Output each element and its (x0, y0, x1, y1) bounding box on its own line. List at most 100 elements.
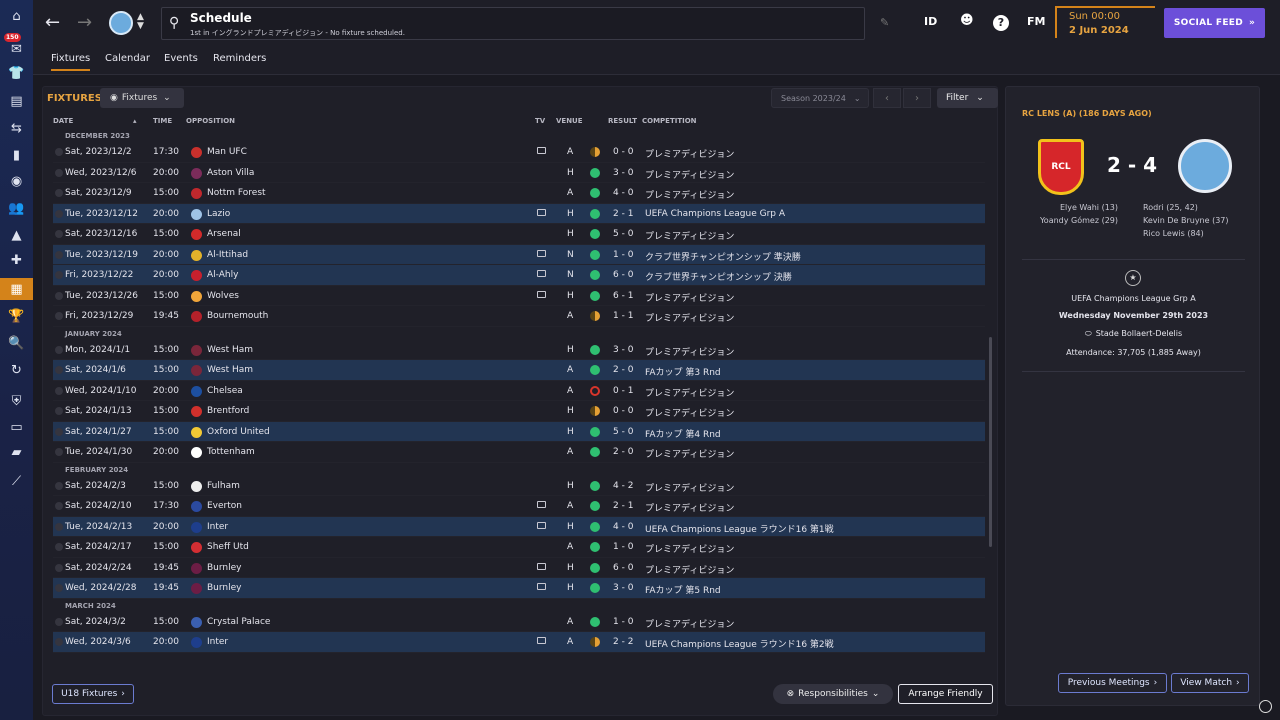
u18-fixtures-button[interactable]: U18 Fixtures › (52, 684, 134, 704)
refresh-icon[interactable]: ↻ (0, 359, 33, 381)
finance-icon[interactable]: ▭ (0, 416, 33, 438)
table-row[interactable]: Wed, 2024/2/28 19:45 Burnley H 3 - 0 FAカップ 第5… (53, 578, 985, 599)
row-select-dot[interactable] (55, 407, 63, 415)
col-tv[interactable]: TV (535, 117, 545, 125)
tab-calendar[interactable]: Calendar (105, 53, 150, 64)
fixture-competition[interactable]: FAカップ 第4 Rnd (645, 427, 721, 440)
col-date[interactable]: DATE (53, 117, 73, 125)
fixture-opponent[interactable]: Wolves (207, 291, 239, 301)
fixture-competition[interactable]: プレミアディビジョン (645, 229, 734, 242)
search-nav-icon[interactable]: 🔍 (0, 332, 33, 354)
table-row[interactable]: Tue, 2023/12/26 15:00 Wolves H 6 - 1 プレミアディビジ… (53, 286, 985, 306)
fixture-competition[interactable]: プレミアディビジョン (645, 291, 734, 304)
fixture-score[interactable]: 6 - 0 (613, 270, 633, 280)
row-select-dot[interactable] (55, 250, 63, 259)
fixture-score[interactable]: 0 - 0 (613, 147, 633, 157)
search-box[interactable]: ⚲ Schedule 1st in イングランドプレミアディビジョン - No … (161, 7, 865, 40)
row-select-dot[interactable] (55, 563, 63, 572)
row-select-dot[interactable] (55, 522, 63, 531)
fixture-score[interactable]: 4 - 0 (613, 522, 633, 532)
schedule-icon[interactable]: ▦ (0, 278, 33, 300)
table-row[interactable]: Sat, 2024/1/6 15:00 West Ham A 2 - 0 FAカップ 第3… (53, 360, 985, 381)
fixture-score[interactable]: 3 - 0 (613, 345, 633, 355)
status-ring-icon[interactable] (1259, 700, 1272, 713)
fixture-score[interactable]: 5 - 0 (613, 229, 633, 239)
fixture-competition[interactable]: UEFA Champions League ラウンド16 第1戦 (645, 522, 834, 535)
table-row[interactable]: Sat, 2024/3/2 15:00 Crystal Palace A 1 - 0 プレ… (53, 612, 985, 632)
fixture-competition[interactable]: FAカップ 第3 Rnd (645, 365, 721, 378)
table-row[interactable]: Fri, 2023/12/29 19:45 Bournemouth A 1 - 1 プレミ… (53, 306, 985, 327)
fixture-competition[interactable]: プレミアディビジョン (645, 447, 734, 460)
row-select-dot[interactable] (55, 543, 63, 551)
row-select-dot[interactable] (55, 502, 63, 510)
table-row[interactable]: Mon, 2024/1/1 15:00 West Ham H 3 - 0 プレミアディビジ… (53, 340, 985, 360)
table-row[interactable]: Wed, 2024/3/6 20:00 Inter A 2 - 2 UEFA Champi… (53, 632, 985, 653)
previous-meetings-button[interactable]: Previous Meetings › (1058, 673, 1167, 693)
training-icon[interactable]: ▲ (0, 224, 33, 246)
table-row[interactable]: Sat, 2023/12/9 15:00 Nottm Forest A 4 - 0 プレミ… (53, 183, 985, 204)
table-row[interactable]: Fri, 2023/12/22 20:00 Al-Ahly N 6 - 0 クラブ世界チャ… (53, 265, 985, 286)
table-row[interactable]: Sat, 2023/12/2 17:30 Man UFC A 0 - 0 プレミアディビジ… (53, 142, 985, 163)
tab-fixtures[interactable]: Fixtures (51, 53, 91, 71)
filter-button[interactable]: Filter ⌄ (937, 88, 998, 108)
rc-lens-crest-icon[interactable]: RCL (1038, 139, 1084, 195)
fixture-opponent[interactable]: Burnley (207, 583, 242, 593)
fixture-score[interactable]: 2 - 1 (613, 209, 633, 219)
fixture-opponent[interactable]: Brentford (207, 406, 249, 416)
fixture-score[interactable]: 0 - 0 (613, 406, 633, 416)
table-row[interactable]: Sat, 2023/12/16 15:00 Arsenal H 5 - 0 プレミアディビ… (53, 224, 985, 245)
fixture-opponent[interactable]: Nottm Forest (207, 188, 266, 198)
row-select-dot[interactable] (55, 427, 63, 436)
row-select-dot[interactable] (55, 168, 63, 177)
man-city-crest-icon[interactable] (1178, 139, 1232, 193)
fixture-opponent[interactable]: Lazio (207, 209, 230, 219)
game-date[interactable]: Sun 00:00 2 Jun 2024 (1055, 6, 1155, 38)
media-icon[interactable]: ☻ (960, 13, 974, 28)
document-icon[interactable]: ▮ (0, 144, 33, 166)
fixture-score[interactable]: 2 - 2 (613, 637, 633, 647)
fixture-opponent[interactable]: West Ham (207, 365, 253, 375)
col-opposition[interactable]: OPPOSITION (186, 117, 235, 125)
squad-icon[interactable]: 👕 (0, 62, 33, 84)
fixture-competition[interactable]: プレミアディビジョン (645, 617, 734, 630)
fixture-opponent[interactable]: Man UFC (207, 147, 247, 157)
home-icon[interactable]: ⌂ (0, 5, 33, 27)
table-row[interactable]: Wed, 2024/1/10 20:00 Chelsea A 0 - 1 プレミアディビジ… (53, 381, 985, 401)
staff-icon[interactable]: 👥 (0, 197, 33, 219)
row-select-dot[interactable] (55, 209, 63, 218)
table-row[interactable]: Tue, 2024/1/30 20:00 Tottenham A 2 - 0 プレミアディ… (53, 442, 985, 463)
tab-events[interactable]: Events (164, 53, 198, 64)
ticket-icon[interactable]: ▰ (0, 441, 33, 463)
fixture-score[interactable]: 6 - 0 (613, 563, 633, 573)
view-match-button[interactable]: View Match › (1171, 673, 1249, 693)
fixture-score[interactable]: 1 - 1 (613, 311, 633, 321)
col-time[interactable]: TIME (153, 117, 172, 125)
id-button[interactable]: ID (924, 15, 937, 28)
col-competition[interactable]: COMPETITION (642, 117, 697, 125)
table-row[interactable]: Sat, 2024/2/3 15:00 Fulham H 4 - 2 プレミアディビジョン (53, 476, 985, 496)
row-select-dot[interactable] (55, 189, 63, 197)
row-select-dot[interactable] (55, 345, 63, 354)
fixture-opponent[interactable]: Oxford United (207, 427, 270, 437)
row-select-dot[interactable] (55, 481, 63, 490)
season-dropdown[interactable]: Season 2023/24 ⌄ (771, 88, 869, 108)
fixture-competition[interactable]: プレミアディビジョン (645, 542, 734, 555)
fixture-opponent[interactable]: Sheff Utd (207, 542, 249, 552)
inbox-icon[interactable]: ✉ (0, 38, 33, 60)
fixture-opponent[interactable]: Aston Villa (207, 168, 254, 178)
table-row[interactable]: Sat, 2024/2/17 15:00 Sheff Utd A 1 - 0 プレミアディ… (53, 537, 985, 558)
fixture-opponent[interactable]: Chelsea (207, 386, 243, 396)
table-row[interactable]: Tue, 2023/12/19 20:00 Al-Ittihad N 1 - 0 クラブ世… (53, 244, 985, 265)
fixture-opponent[interactable]: Tottenham (207, 447, 255, 457)
fixture-score[interactable]: 0 - 1 (613, 386, 633, 396)
fixture-score[interactable]: 1 - 0 (613, 250, 633, 260)
fixture-score[interactable]: 3 - 0 (613, 583, 633, 593)
scouting-icon[interactable]: ◉ (0, 170, 33, 192)
fixture-score[interactable]: 2 - 0 (613, 447, 633, 457)
fixture-competition[interactable]: FAカップ 第5 Rnd (645, 583, 721, 596)
fixture-score[interactable]: 1 - 0 (613, 542, 633, 552)
fixture-opponent[interactable]: Al-Ittihad (207, 250, 248, 260)
fixture-competition[interactable]: プレミアディビジョン (645, 386, 734, 399)
fixture-competition[interactable]: UEFA Champions League ラウンド16 第2戦 (645, 637, 834, 650)
table-row[interactable]: Tue, 2023/12/12 20:00 Lazio H 2 - 1 UEFA Cham… (53, 203, 985, 224)
